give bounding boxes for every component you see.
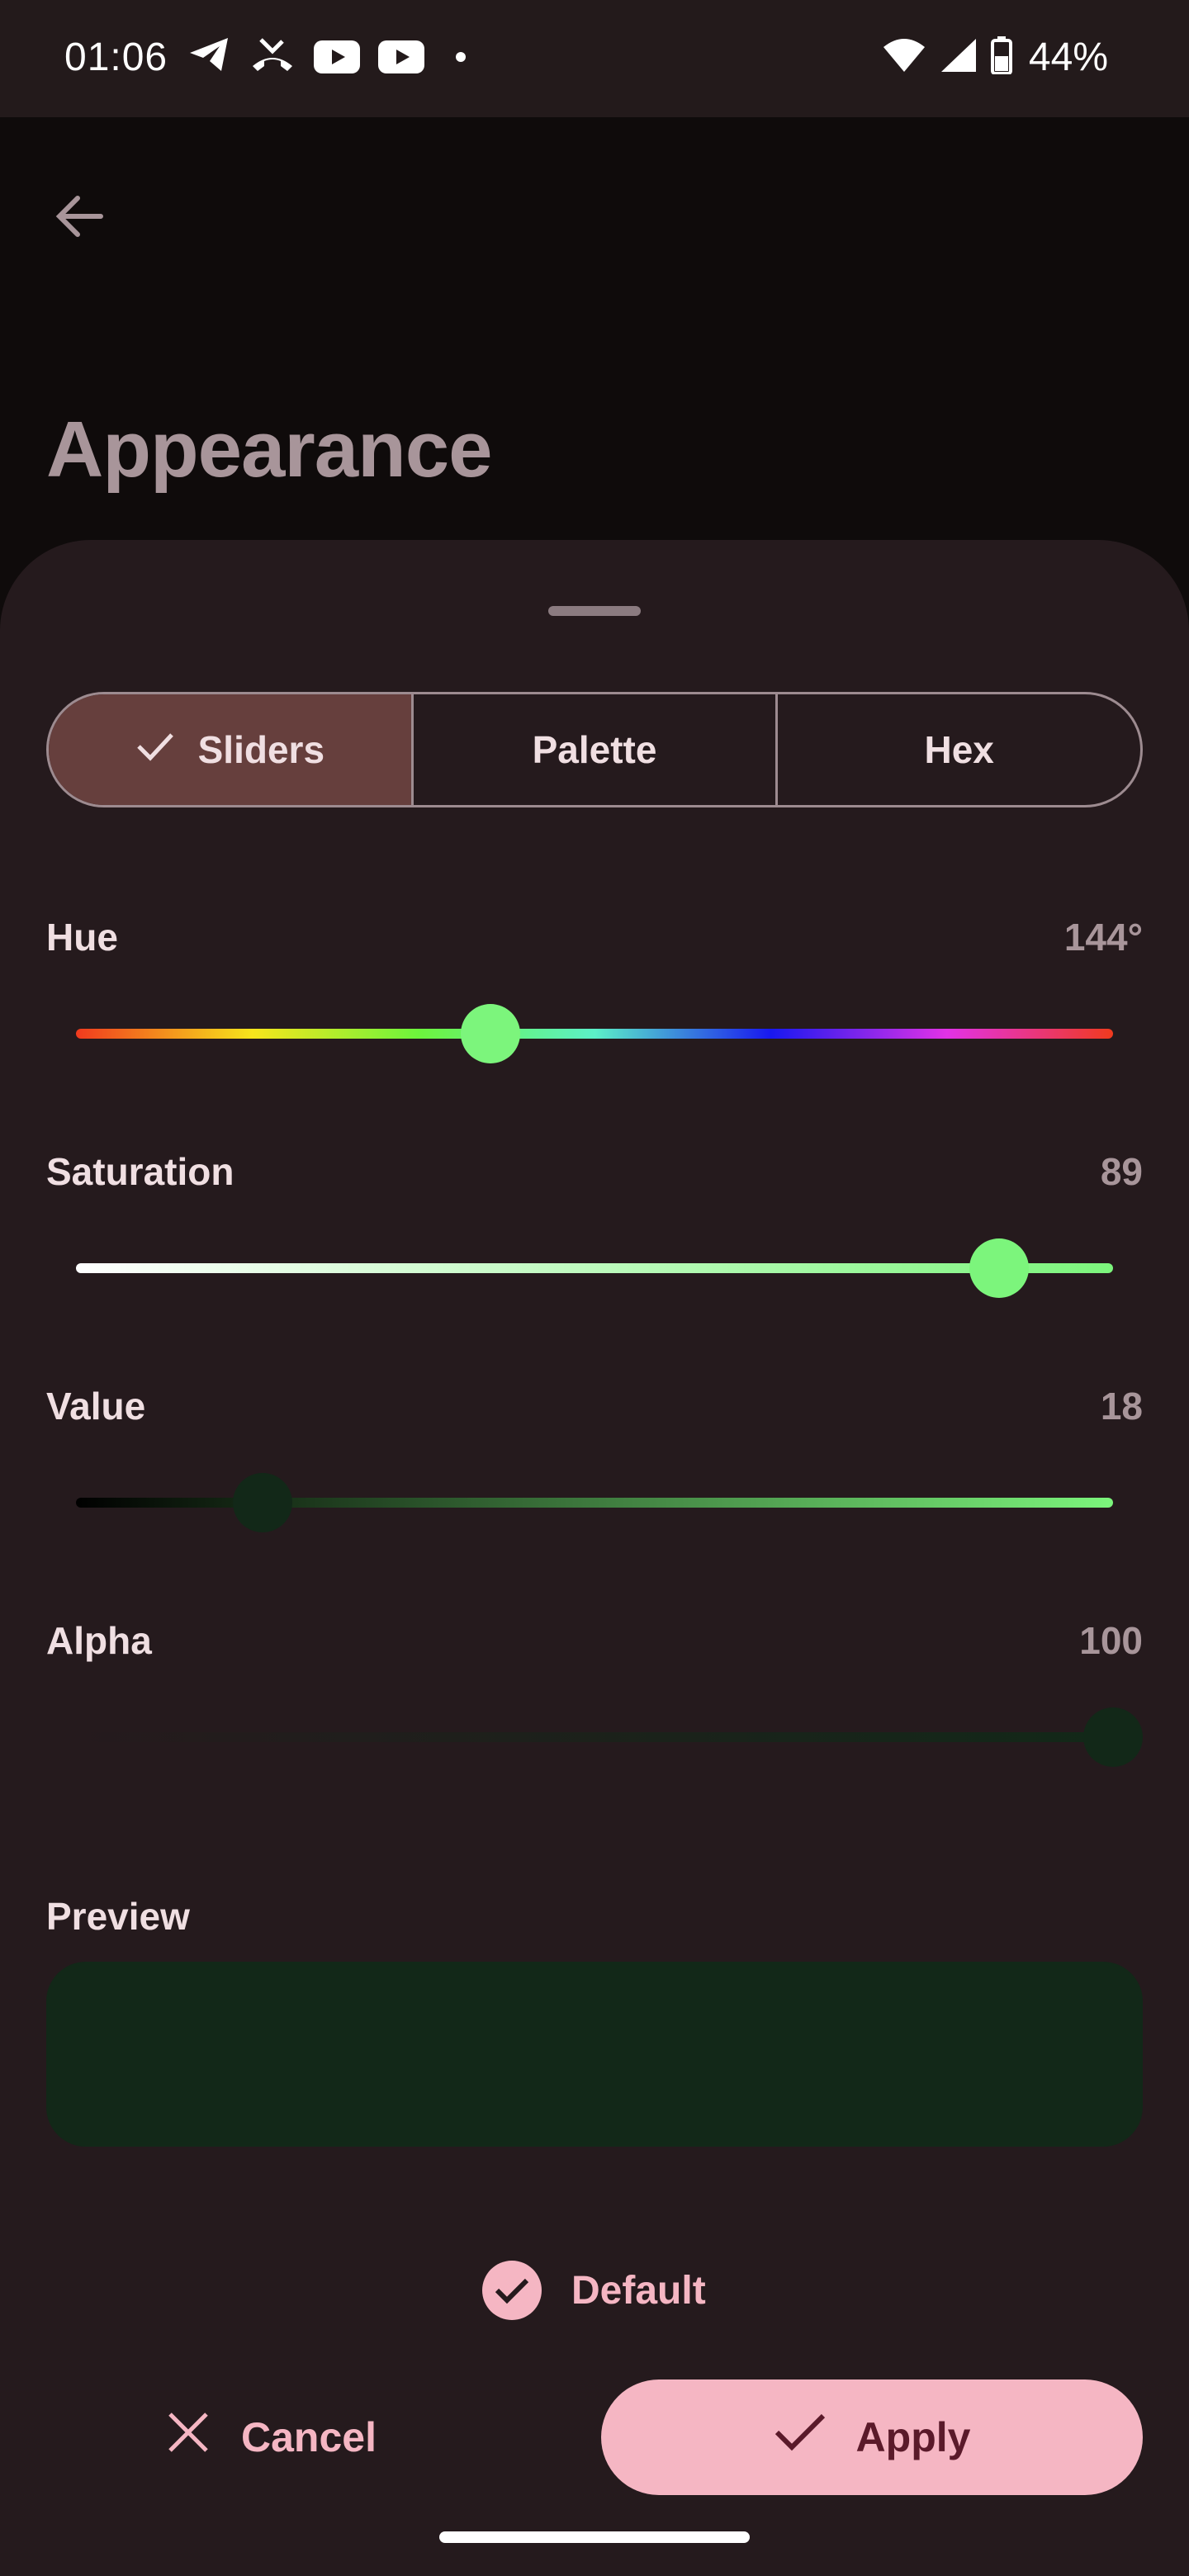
color-preview: [46, 1962, 1143, 2147]
preview-label: Preview: [46, 1895, 190, 1938]
color-picker-sheet: Sliders Palette Hex Hue 144° Saturation …: [0, 540, 1189, 2576]
slider-value: 18: [1100, 1385, 1143, 1428]
wifi-icon: [882, 37, 926, 78]
telegram-icon: [188, 36, 231, 77]
drag-handle[interactable]: [548, 606, 641, 616]
dot-icon: [456, 51, 466, 62]
back-button[interactable]: [48, 183, 114, 249]
slider-label: Hue: [46, 916, 118, 959]
tab-hex[interactable]: Hex: [778, 694, 1140, 805]
saturation-track[interactable]: [76, 1263, 1113, 1273]
missed-call-icon: [249, 36, 296, 77]
saturation-thumb[interactable]: [969, 1238, 1029, 1298]
slider-value: 144°: [1063, 916, 1143, 959]
top-app-bar: Appearance: [0, 117, 1189, 547]
arrow-back-icon: [48, 196, 114, 253]
value-slider: Value 18: [46, 1384, 1143, 1582]
tab-palette[interactable]: Palette: [414, 694, 779, 805]
slider-value: 100: [1079, 1619, 1143, 1662]
battery-icon: [990, 36, 1012, 78]
tab-sliders[interactable]: Sliders: [49, 694, 414, 805]
check-circle-icon: [482, 2261, 542, 2320]
status-bar: 01:06 44%: [0, 0, 1189, 117]
apply-label: Apply: [855, 2414, 971, 2460]
tab-label: Sliders: [197, 728, 325, 771]
cancel-label: Cancel: [241, 2414, 377, 2460]
tab-label: Palette: [532, 728, 657, 771]
battery-percent: 44%: [1028, 36, 1108, 79]
check-icon: [135, 727, 175, 772]
alpha-thumb[interactable]: [1083, 1707, 1143, 1767]
notification-icons: [188, 36, 466, 77]
page-title: Appearance: [46, 405, 493, 494]
slider-label: Value: [46, 1385, 146, 1428]
slider-label: Alpha: [46, 1619, 152, 1662]
slider-value: 89: [1100, 1150, 1143, 1193]
picker-mode-tabs: Sliders Palette Hex: [46, 692, 1143, 807]
system-icons: 44%: [882, 35, 1108, 80]
default-toggle[interactable]: Default: [482, 2261, 706, 2320]
check-icon: [774, 2411, 827, 2464]
hue-slider: Hue 144°: [46, 915, 1143, 1113]
apply-button[interactable]: Apply: [601, 2379, 1143, 2495]
default-label: Default: [571, 2268, 706, 2313]
value-track[interactable]: [76, 1498, 1113, 1508]
value-thumb[interactable]: [233, 1473, 293, 1532]
alpha-track[interactable]: [76, 1732, 1113, 1742]
saturation-slider: Saturation 89: [46, 1149, 1143, 1347]
cancel-button[interactable]: Cancel: [165, 2379, 528, 2495]
hue-track[interactable]: [76, 1029, 1113, 1039]
cell-signal-icon: [940, 37, 978, 78]
tab-label: Hex: [924, 728, 994, 771]
gesture-nav-handle[interactable]: [439, 2531, 750, 2543]
alpha-slider: Alpha 100: [46, 1618, 1143, 1816]
status-time: 01:06: [64, 36, 168, 79]
close-icon: [165, 2409, 211, 2465]
hue-thumb[interactable]: [461, 1004, 521, 1063]
slider-label: Saturation: [46, 1150, 234, 1193]
youtube-icon: [314, 40, 360, 73]
youtube-icon: [378, 40, 424, 73]
